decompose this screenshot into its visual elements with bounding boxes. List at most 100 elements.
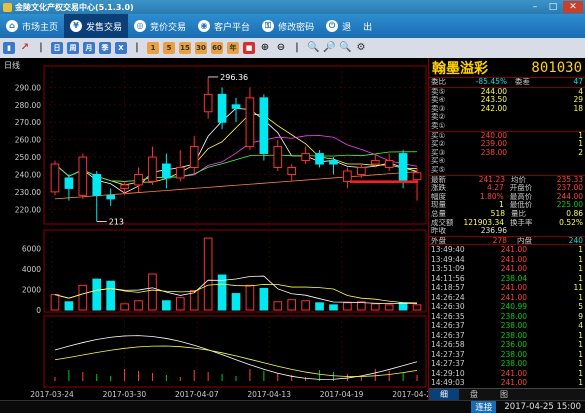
tab-detail[interactable]: 细	[429, 389, 459, 400]
stat-label: 成交额	[431, 218, 454, 227]
period-15min-button[interactable]: 15	[179, 42, 191, 54]
period-year-button[interactable]: 年	[227, 42, 239, 54]
nav-issue-trade[interactable]: ¥ 发售交易	[64, 14, 129, 38]
stat-row: 涨跌 4.27 开盘价 237.00	[429, 184, 585, 193]
price-tick-label: 220.00	[15, 205, 41, 214]
tick-price: 238.00	[500, 349, 527, 359]
tick-volume: 1	[578, 340, 583, 350]
zoom-out-icon[interactable]: ⊖	[275, 42, 287, 54]
period-30min-button[interactable]: 30	[195, 42, 207, 54]
volume-bar	[287, 299, 297, 311]
stat-row: 现量 1 最低价 225.00	[429, 201, 585, 210]
tick-volume: 1	[578, 292, 583, 302]
tick-price: 240.99	[500, 302, 527, 312]
candle-body	[370, 160, 380, 165]
volume-bar	[175, 297, 185, 311]
line-chart-icon[interactable]: ↗	[19, 42, 31, 54]
stat-value: 4.27	[487, 184, 504, 193]
home-icon: ⌂	[6, 20, 18, 32]
ask-label: 卖⑤	[431, 87, 446, 96]
candle-body	[329, 160, 338, 165]
tick-row: 14:29:10 241.00 1	[429, 369, 585, 379]
date-label: 2017-04-07	[175, 390, 219, 399]
stats-list: 最新 241.23 均价 235.33 涨跌 4.27 开盘价 237.00 幅度 1.80% 最高…	[429, 174, 585, 228]
nav-market-home[interactable]: ⌂ 市场主页	[0, 14, 64, 38]
date-label: 2017-04-25	[392, 390, 428, 399]
search-up-icon[interactable]: 🔍	[339, 42, 351, 54]
volume-bar	[370, 303, 380, 311]
price-tick-label: 260.00	[15, 136, 41, 145]
tab-book[interactable]: 盘	[459, 389, 489, 400]
volume-bar	[343, 302, 352, 311]
ask-volume: 4	[578, 87, 583, 96]
stat-value: 244.00	[556, 192, 583, 201]
gear-icon[interactable]: ⚙	[355, 42, 367, 54]
ask-row: 卖③ 242.00 18	[429, 105, 585, 114]
period-day-button[interactable]: 日	[51, 42, 63, 54]
close-button[interactable]: ✕	[563, 1, 583, 13]
tick-time: 14:49:03	[431, 378, 465, 388]
indicator-line-2	[54, 345, 418, 377]
nav-client-platform[interactable]: ◉ 客户平台	[192, 14, 256, 38]
ask-label: 卖③	[431, 104, 446, 113]
stock-name: 翰墨溢彩	[432, 60, 488, 77]
tick-time: 14:26:24	[431, 292, 465, 302]
tick-volume: 1	[578, 273, 583, 283]
candle-body	[357, 167, 366, 175]
ask-label: 卖②	[431, 113, 446, 122]
nav-auction-trade[interactable]: ◎ 竞价交易	[128, 14, 192, 38]
stat-value: 1.80%	[479, 192, 504, 201]
stock-code: 801030	[531, 59, 582, 76]
volume-bar	[78, 284, 88, 311]
bid-label: 买②	[431, 140, 446, 149]
period-60min-button[interactable]: 60	[211, 42, 223, 54]
period-1min-button[interactable]: 1	[147, 42, 159, 54]
stat-value: 0.86	[566, 209, 583, 218]
red-indicator-icon[interactable]: ■	[243, 42, 255, 54]
date-label: 2017-04-13	[247, 390, 291, 399]
price-tick-label: 230.00	[15, 188, 41, 197]
bid-price	[453, 157, 507, 166]
app-icon	[3, 2, 12, 12]
nav-exit[interactable]: ⏻ 退	[320, 14, 357, 38]
nav-change-password[interactable]: ⚿ 修改密码	[256, 14, 320, 38]
zoom-in-icon[interactable]: ⊕	[259, 42, 271, 54]
separator-icon-3: |	[295, 42, 299, 53]
period-quarter-button[interactable]: 季	[99, 42, 111, 54]
volume-bar	[120, 303, 129, 311]
tick-price: 241.00	[500, 254, 527, 264]
maximize-button[interactable]: □	[545, 1, 561, 13]
chart-toolbar: ▮ ↗ | 日 周 月 季 X | 1 5 15 30 60 年 ■ ⊕ ⊖ |…	[0, 38, 585, 58]
period-x-button[interactable]: X	[115, 42, 127, 54]
minimize-button[interactable]: –	[527, 1, 543, 13]
tick-row: 14:26:24 241.00 1	[429, 293, 585, 303]
tick-time: 14:27:37	[431, 349, 465, 359]
main-nav: ⌂ 市场主页 ¥ 发售交易 ◎ 竞价交易 ◉ 客户平台 ⚿ 修改密码 ⏻ 退 出	[0, 14, 585, 38]
period-week-button[interactable]: 周	[67, 42, 79, 54]
tick-price: 238.00	[500, 359, 527, 369]
indicator-line	[54, 335, 418, 380]
high-annotation: 296.36	[220, 73, 248, 82]
period-month-button[interactable]: 月	[83, 42, 95, 54]
nav-exit-2[interactable]: 出	[357, 14, 378, 38]
search-down-icon[interactable]: 🔎	[323, 42, 335, 54]
period-5min-button[interactable]: 5	[163, 42, 175, 54]
bid-price: 238.00	[480, 148, 507, 157]
candle-body	[398, 153, 408, 182]
volume-bar	[50, 294, 60, 311]
tick-volume: 11	[573, 283, 583, 293]
tick-row: 14:26:58 236.00 1	[429, 340, 585, 350]
volume-tick-label: 4000	[22, 265, 41, 274]
key-icon: ⚿	[262, 20, 275, 32]
kline-chart[interactable]: 290.00 280.00 270.00 260.00 250.00 240.00 230.…	[0, 58, 428, 400]
ask-price	[453, 122, 507, 131]
ask-label: 卖①	[431, 121, 446, 130]
tick-volume: 1	[578, 245, 583, 255]
tab-chart[interactable]: 图	[489, 389, 519, 400]
search-icon[interactable]: 🔍	[307, 42, 319, 54]
candle-body	[245, 97, 255, 148]
ask-list: 卖⑤ 244.00 4 卖④ 243.50 29 卖③ 242.00 18 卖② 卖①	[429, 86, 585, 131]
bar-chart-icon[interactable]: ▮	[3, 42, 15, 54]
stat-row: 成交额 121903.34 换手率 0.52%	[429, 219, 585, 228]
stat-value: 1	[498, 201, 504, 210]
